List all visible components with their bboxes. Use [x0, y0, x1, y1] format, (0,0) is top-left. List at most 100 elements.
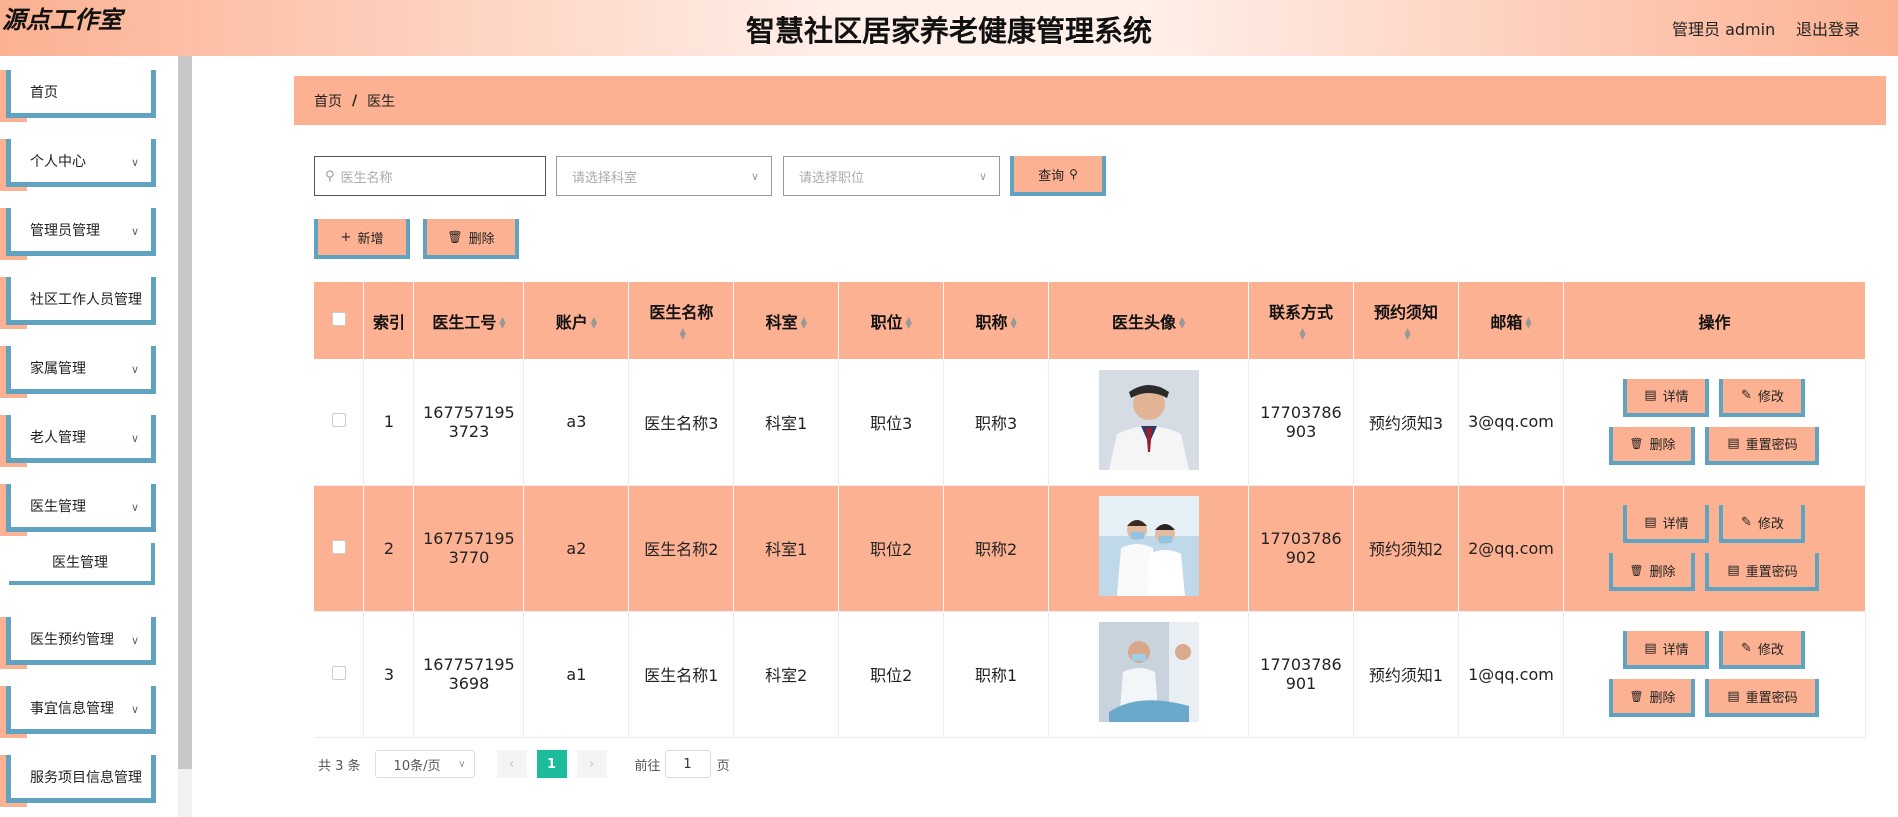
- batch-delete-label: 删除: [468, 231, 495, 247]
- search-icon: ⚲: [325, 168, 335, 184]
- cell-phone: 17703786 903: [1248, 359, 1355, 486]
- doctor-id-part1: 167757195: [423, 655, 515, 674]
- doctor-avatar-image[interactable]: [1098, 622, 1199, 722]
- col-avatar[interactable]: 医生头像 ▲ ▼: [1048, 282, 1250, 359]
- delete-button[interactable]: 🗑 删除: [1609, 553, 1696, 591]
- sidebar-item-admin-management[interactable]: 管理员管理 ∨: [0, 208, 160, 260]
- detail-button[interactable]: ▤ 详情: [1623, 378, 1710, 417]
- document-icon: ▤: [1644, 388, 1657, 404]
- sidebar-scrollbar-thumb[interactable]: [178, 56, 192, 769]
- edit-button[interactable]: ✎ 修改: [1719, 631, 1806, 669]
- sort-icon[interactable]: ▲ ▼: [1299, 326, 1305, 340]
- col-notice[interactable]: 预约须知 ▲ ▼: [1353, 282, 1459, 359]
- row-checkbox[interactable]: [331, 539, 346, 554]
- sort-icon[interactable]: ▲ ▼: [906, 316, 912, 330]
- chevron-down-icon: ∨: [750, 169, 759, 183]
- sort-icon[interactable]: ▲ ▼: [801, 316, 807, 330]
- chevron-down-icon: ∨: [130, 156, 139, 169]
- doctor-id-part1: 167757195: [423, 402, 515, 422]
- select-all-checkbox[interactable]: [331, 312, 346, 326]
- sidebar-item-elderly-management[interactable]: 老人管理 ∨: [0, 415, 160, 467]
- doctor-id-part2: 3698: [448, 674, 490, 693]
- chevron-down-icon: ∨: [130, 501, 139, 514]
- sidebar-item-doctor-appointment[interactable]: 医生预约管理 ∨: [0, 617, 160, 669]
- add-button-label: 新增: [357, 231, 384, 247]
- chevron-down-icon: ∨: [130, 703, 139, 716]
- reset-password-button[interactable]: ▤ 重置密码: [1705, 426, 1820, 465]
- edit-button[interactable]: ✎ 修改: [1719, 378, 1806, 417]
- phone-part2: 902: [1285, 548, 1317, 567]
- cell-actions: ▤ 详情 ✎ 修改 🗑 删除 ▤ 重置密码: [1563, 359, 1867, 486]
- doctor-avatar-image[interactable]: [1098, 496, 1199, 596]
- sidebar-item-home[interactable]: 首页: [0, 70, 160, 122]
- prev-page-button[interactable]: ‹: [496, 750, 527, 778]
- detail-label: 详情: [1662, 390, 1689, 406]
- page-size-select[interactable]: 10条/页 ∨: [374, 750, 475, 778]
- trash-icon: 🗑: [1629, 563, 1644, 577]
- breadcrumb-home[interactable]: 首页: [314, 91, 342, 111]
- cell-position: 职位3: [838, 359, 945, 486]
- delete-button[interactable]: 🗑 删除: [1609, 679, 1696, 717]
- detail-button[interactable]: ▤ 详情: [1623, 505, 1710, 543]
- sort-icon[interactable]: ▲ ▼: [591, 316, 597, 330]
- edit-button[interactable]: ✎ 修改: [1719, 505, 1806, 543]
- department-select[interactable]: 请选择科室 ∨: [556, 156, 772, 196]
- col-title[interactable]: 职称 ▲ ▼: [943, 282, 1050, 359]
- reset-password-button[interactable]: ▤ 重置密码: [1705, 553, 1820, 591]
- col-email[interactable]: 邮箱 ▲ ▼: [1458, 282, 1564, 359]
- table-row: 3 167757195 3698 a1 医生名称1 科室2 职位2 职称1 177…: [314, 611, 1867, 738]
- phone-part2: 901: [1285, 674, 1317, 693]
- edit-label: 修改: [1757, 642, 1784, 658]
- sidebar-item-service-items[interactable]: 服务项目信息管理: [0, 755, 160, 807]
- sort-icon[interactable]: ▲ ▼: [680, 326, 686, 340]
- chevron-down-icon: ∨: [130, 432, 139, 445]
- add-button[interactable]: + 新增: [314, 219, 410, 259]
- cell-index: 2: [363, 485, 415, 612]
- col-position-label: 职位: [870, 312, 903, 332]
- logout-link[interactable]: 退出登录: [1796, 16, 1860, 40]
- goto-page-input[interactable]: 1: [664, 750, 711, 778]
- sort-icon[interactable]: ▲ ▼: [499, 316, 505, 330]
- sidebar-subitem-doctor-management[interactable]: 医生管理: [0, 543, 160, 589]
- col-department[interactable]: 科室 ▲ ▼: [733, 282, 840, 359]
- page-number-current[interactable]: 1: [536, 750, 567, 778]
- col-phone[interactable]: 联系方式 ▲ ▼: [1248, 282, 1355, 359]
- pagination-total: 共 3 条: [318, 758, 361, 774]
- doctor-name-search-input[interactable]: ⚲ 医生名称: [314, 156, 546, 196]
- sidebar-item-community-staff[interactable]: 社区工作人员管理: [0, 277, 160, 329]
- next-page-button[interactable]: ›: [576, 750, 607, 778]
- col-phone-label: 联系方式: [1269, 303, 1334, 322]
- sidebar-item-personal-center[interactable]: 个人中心 ∨: [0, 139, 160, 191]
- reset-password-button[interactable]: ▤ 重置密码: [1705, 679, 1820, 717]
- sort-icon[interactable]: ▲ ▼: [1011, 316, 1017, 330]
- batch-delete-button[interactable]: 🗑 删除: [423, 219, 519, 259]
- doctor-avatar-image[interactable]: [1098, 369, 1199, 470]
- table-header-row: 索引 医生工号 ▲ ▼ 账户 ▲ ▼ 医生名称 ▲ ▼ 科室 ▲ ▼ 职位 ▲ ▼ 职称 ▲ ▼ 医生头…: [314, 282, 1867, 359]
- col-account[interactable]: 账户 ▲ ▼: [523, 282, 630, 359]
- col-doctor-id[interactable]: 医生工号 ▲ ▼: [413, 282, 525, 359]
- sidebar-item-family-management[interactable]: 家属管理 ∨: [0, 346, 160, 398]
- top-header: 源点工作室 智慧社区居家养老健康管理系统 管理员 admin 退出登录: [0, 0, 1898, 56]
- sort-icon[interactable]: ▲ ▼: [1404, 326, 1410, 340]
- sort-icon[interactable]: ▲ ▼: [1525, 316, 1531, 330]
- cell-department: 科室1: [733, 485, 840, 612]
- select-all-header: [314, 282, 365, 359]
- document-icon: ▤: [1727, 688, 1740, 704]
- col-position[interactable]: 职位 ▲ ▼: [838, 282, 945, 359]
- delete-label: 删除: [1649, 438, 1676, 454]
- sidebar-item-doctor-management[interactable]: 医生管理 ∨: [0, 484, 160, 536]
- delete-button[interactable]: 🗑 删除: [1609, 426, 1696, 465]
- sort-icon[interactable]: ▲ ▼: [1179, 316, 1185, 330]
- sidebar-scrollbar-track[interactable]: [178, 769, 192, 817]
- cell-avatar: [1048, 359, 1250, 486]
- detail-button[interactable]: ▤ 详情: [1623, 631, 1710, 669]
- cell-notice: 预约须知2: [1353, 485, 1459, 612]
- query-button[interactable]: 查询 ⚲: [1010, 156, 1106, 196]
- row-checkbox[interactable]: [331, 413, 346, 428]
- detail-label: 详情: [1662, 642, 1689, 658]
- sidebar-item-affairs-info[interactable]: 事宜信息管理 ∨: [0, 686, 160, 738]
- cell-doctor-id: 167757195 3698: [413, 611, 525, 738]
- row-checkbox[interactable]: [331, 665, 346, 680]
- col-doctor-name[interactable]: 医生名称 ▲ ▼: [628, 282, 735, 359]
- position-select[interactable]: 请选择职位 ∨: [783, 156, 1000, 196]
